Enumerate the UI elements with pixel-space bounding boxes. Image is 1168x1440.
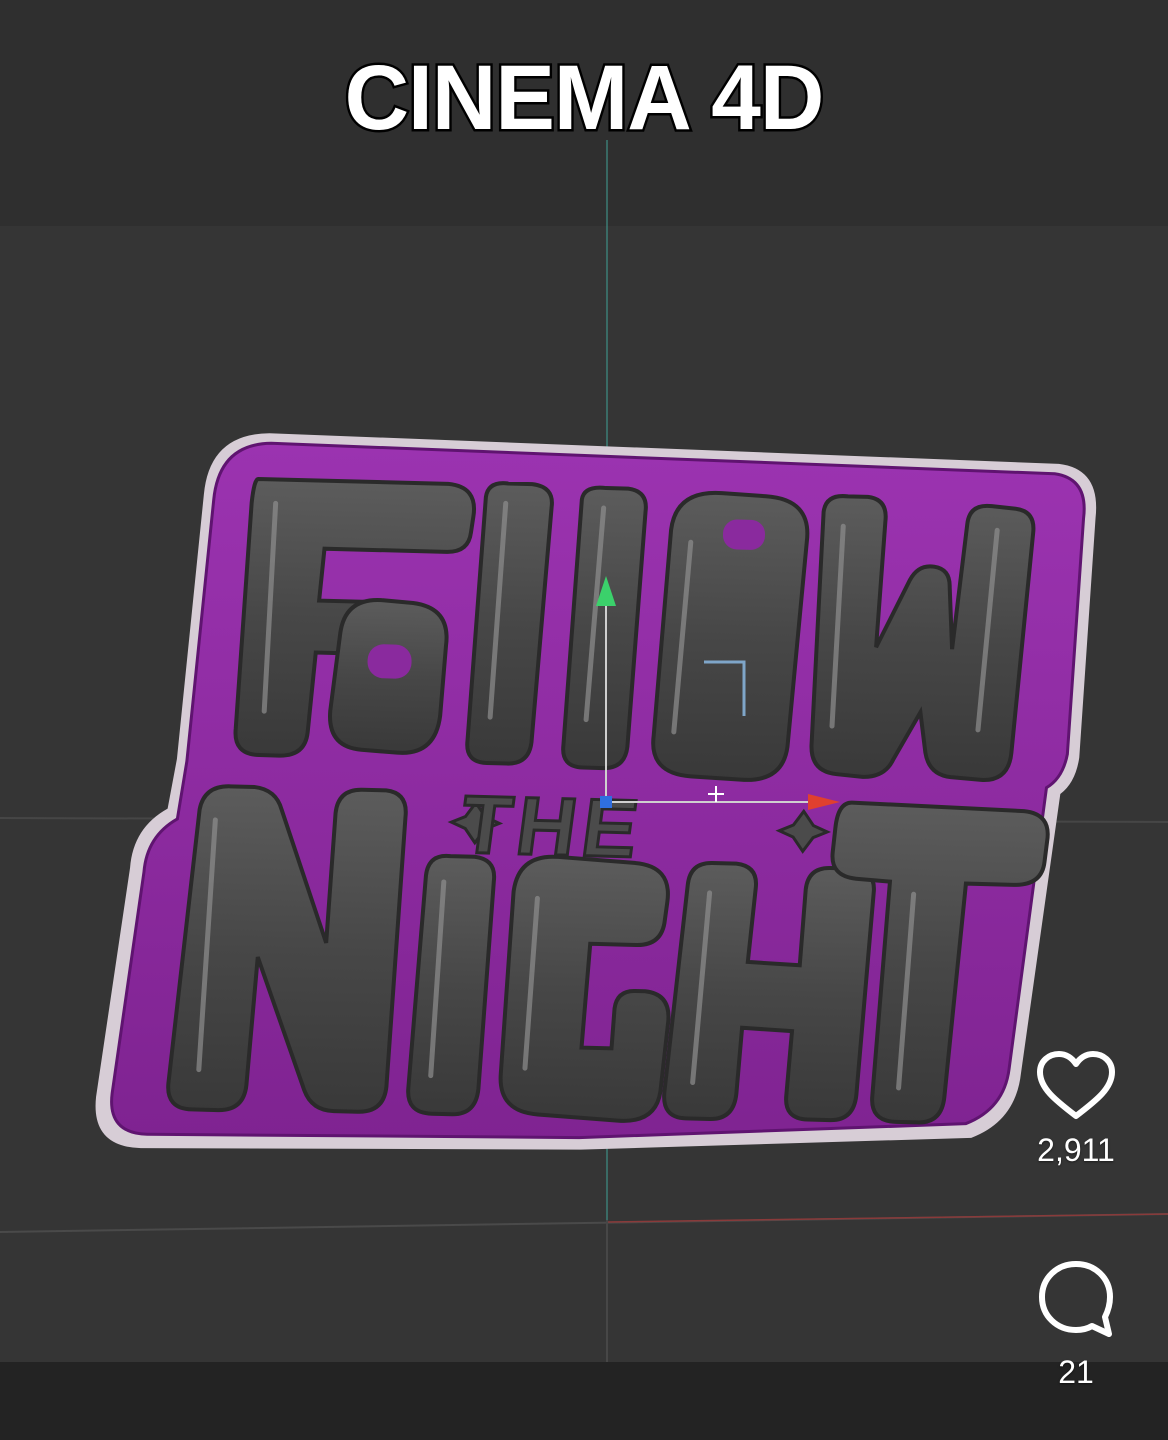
comment-button[interactable]: 21 — [1015, 1258, 1137, 1391]
world-x-axis-line — [606, 1213, 1168, 1223]
like-button[interactable]: 2,911 — [1015, 1050, 1137, 1169]
comment-bubble-icon[interactable] — [1035, 1258, 1117, 1340]
letter-o-small-hole — [367, 644, 412, 679]
heart-icon[interactable] — [1035, 1050, 1117, 1122]
comment-count: 21 — [1058, 1354, 1094, 1390]
viewport-scene: THE — [0, 140, 1168, 1362]
video-overlay-title: CINEMA 4D — [342, 45, 827, 152]
like-count: 2,911 — [1037, 1132, 1115, 1168]
letter-o-hole — [722, 519, 766, 550]
follow-the-night-artwork[interactable]: THE — [94, 429, 1097, 1173]
gizmo-z-handle-icon[interactable] — [600, 796, 612, 808]
